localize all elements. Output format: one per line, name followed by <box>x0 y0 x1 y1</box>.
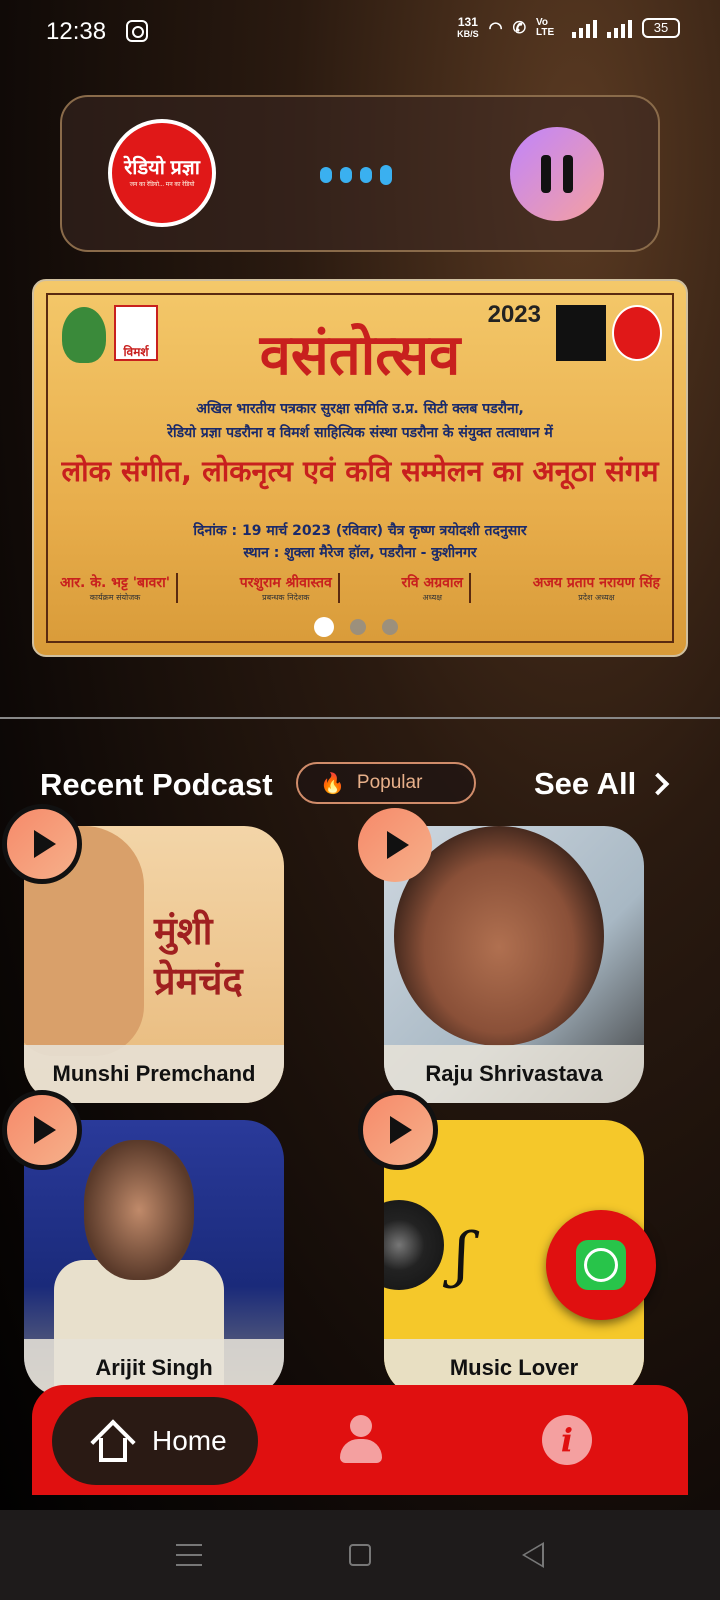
back-icon[interactable] <box>522 1542 544 1568</box>
banner-venue: स्थान : शुक्ला मैरेज हॉल, पडरौना - कुशीन… <box>243 545 477 561</box>
net-speed-unit: KB/S <box>457 29 479 39</box>
popular-chip[interactable]: 🔥 Popular <box>296 762 476 804</box>
person-role: अध्यक्ष <box>422 593 443 602</box>
nav-home-label: Home <box>152 1425 227 1456</box>
signal-2-icon <box>607 18 632 38</box>
system-nav-bar <box>0 1510 720 1600</box>
see-all-label: See All <box>534 766 637 801</box>
section-divider <box>0 717 720 719</box>
banner-organizers-line2: रेडियो प्रज्ञा पडरौना व विमर्श साहित्यिक… <box>167 425 553 441</box>
status-bar: 12:38 131 KB/S ◠ ✆ Vo LTE 35 <box>0 0 720 64</box>
wifi-icon: ◠ <box>488 20 503 37</box>
recents-icon[interactable] <box>176 1544 202 1566</box>
pause-icon <box>541 155 551 193</box>
carousel-dot[interactable] <box>350 619 366 635</box>
carousel-dot[interactable] <box>382 619 398 635</box>
podcast-artwork-face <box>84 1140 194 1280</box>
person-role: प्रबन्धक निदेशक <box>262 593 310 602</box>
event-banner[interactable]: विमर्श 2023 वसंतोत्सव अखिल भारतीय पत्रका… <box>32 279 688 657</box>
home-icon <box>90 1419 136 1465</box>
instagram-icon <box>126 20 148 42</box>
play-button[interactable] <box>358 808 432 882</box>
see-all-link[interactable]: See All <box>534 766 670 802</box>
banner-people: आर. के. भट्ट 'बावरा' कार्यक्रम संयोजक पर… <box>54 573 666 603</box>
banner-organizers-line1: अखिल भारतीय पत्रकार सुरक्षा समिति उ.प्र.… <box>196 401 524 417</box>
banner-person: अजय प्रताप नरायण सिंह प्रदेश अध्यक्ष <box>527 573 666 603</box>
person-name: रवि अग्रवाल <box>401 575 464 591</box>
pause-button[interactable] <box>510 127 604 221</box>
station-logo-tagline: जन का रेडियो... मन का रेडियो <box>129 182 195 188</box>
play-button[interactable] <box>2 1090 82 1170</box>
popular-label: Popular <box>356 772 423 793</box>
person-name: आर. के. भट्ट 'बावरा' <box>60 575 171 591</box>
banner-person: परशुराम श्रीवास्तव प्रबन्धक निदेशक <box>234 573 340 603</box>
nav-home[interactable]: Home <box>52 1397 258 1485</box>
signal-1-icon <box>572 18 597 38</box>
person-role: प्रदेश अध्यक्ष <box>578 593 615 602</box>
status-time: 12:38 <box>46 18 107 45</box>
podcast-artwork <box>384 1200 444 1290</box>
person-name: परशुराम श्रीवास्तव <box>239 575 332 591</box>
bottom-nav: Home i <box>32 1385 688 1495</box>
f-hole-art: ʃ <box>454 1220 471 1290</box>
station-logo-text: रेडियो प्रज्ञा <box>124 157 200 179</box>
battery-icon: 35 <box>642 18 680 38</box>
chevron-right-icon <box>646 772 670 796</box>
carousel-dot-active[interactable] <box>314 617 334 637</box>
person-name: अजय प्रताप नरायण सिंह <box>532 575 660 591</box>
podcast-title: Raju Shrivastava <box>384 1045 644 1103</box>
carousel-indicator <box>314 617 398 637</box>
player-card: रेडियो प्रज्ञा जन का रेडियो... मन का रेड… <box>60 95 660 252</box>
play-button[interactable] <box>358 1090 438 1170</box>
person-role: कार्यक्रम संयोजक <box>89 593 141 602</box>
nav-profile-icon[interactable] <box>338 1415 384 1465</box>
volte-label: Vo LTE <box>536 17 555 38</box>
whatsapp-icon <box>576 1240 626 1290</box>
podcast-title: Munshi Premchand <box>24 1045 284 1103</box>
banner-person: आर. के. भट्ट 'बावरा' कार्यक्रम संयोजक <box>54 573 179 603</box>
section-title: Recent Podcast <box>40 767 273 802</box>
nav-info-icon[interactable]: i <box>542 1415 592 1465</box>
buffering-indicator <box>320 165 392 185</box>
banner-person: रवि अग्रवाल अध्यक्ष <box>396 573 472 603</box>
net-speed: 131 KB/S <box>457 16 479 40</box>
whatsapp-button[interactable] <box>546 1210 656 1320</box>
banner-title: वसंतोत्सव <box>259 323 461 388</box>
net-speed-value: 131 <box>457 15 478 29</box>
artwork-text: मुंशी प्रेमचंद <box>154 909 243 1003</box>
status-icons: 131 KB/S ◠ ✆ Vo LTE 35 <box>457 16 680 40</box>
wifi-call-icon: ✆ <box>512 20 526 37</box>
system-home-icon[interactable] <box>349 1544 371 1566</box>
station-logo: रेडियो प्रज्ञा जन का रेडियो... मन का रेड… <box>108 119 216 227</box>
banner-headline: लोक संगीत, लोकनृत्य एवं कवि सम्मेलन का अ… <box>61 454 659 488</box>
fire-icon: 🔥 <box>320 772 345 795</box>
banner-date: दिनांक : 19 मार्च 2023 (रविवार) चैत्र कृ… <box>193 523 527 539</box>
play-button[interactable] <box>2 804 82 884</box>
